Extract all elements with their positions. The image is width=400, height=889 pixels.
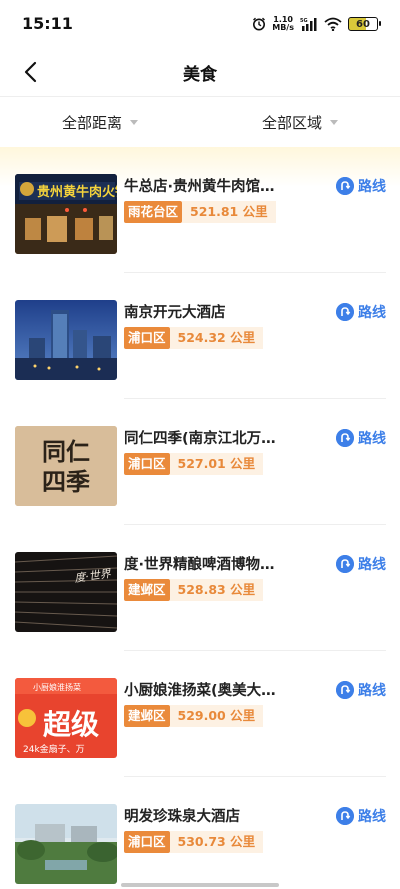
route-button[interactable]: 路线: [336, 806, 386, 826]
filter-bar: 全部距离 全部区域: [0, 97, 400, 147]
district-badge: 建邺区: [124, 579, 170, 601]
status-bar: 15:11 1.10 MB/s 5G 60: [0, 0, 400, 48]
district-badge: 浦口区: [124, 831, 170, 853]
location-tag: 建邺区 528.83 公里: [124, 579, 264, 601]
home-indicator[interactable]: [121, 883, 279, 887]
route-icon: [336, 303, 354, 321]
location-tag: 浦口区 527.01 公里: [124, 453, 264, 475]
route-label: 路线: [358, 683, 386, 699]
filter-distance[interactable]: 全部距离: [0, 97, 200, 147]
dropdown-arrow-icon: [130, 119, 138, 125]
location-tag: 浦口区 530.73 公里: [124, 831, 264, 853]
restaurant-name: 明发珍珠泉大酒店: [124, 809, 240, 825]
location-tag: 浦口区 524.32 公里: [124, 327, 264, 349]
restaurant-name: 同仁四季(南京江北万…: [124, 431, 276, 447]
restaurant-thumbnail: 贵州黄牛肉火锅: [15, 174, 117, 254]
logo-text: 四季: [42, 468, 90, 496]
restaurant-thumbnail: [15, 804, 117, 884]
storefront-image: 贵州黄牛肉火锅: [15, 174, 117, 254]
hotel-image: [15, 300, 117, 380]
alarm-icon: [253, 17, 266, 31]
list-item[interactable]: 贵州黄牛肉火锅 牛总店·贵州黄牛肉馆… 雨花台区 521.81 公里 路线: [0, 147, 400, 273]
route-label: 路线: [358, 809, 386, 825]
promo-image: 小厨娘淮扬菜 超级 24k金扇子、万: [15, 678, 117, 758]
filter-area[interactable]: 全部区域: [200, 97, 400, 147]
route-label: 路线: [358, 179, 386, 195]
filter-area-label: 全部区域: [261, 113, 322, 132]
interior-image: 度·世界: [15, 552, 117, 632]
dropdown-arrow-icon: [330, 119, 338, 125]
list-item[interactable]: 小厨娘淮扬菜 超级 24k金扇子、万 小厨娘淮扬菜(奥美大… 建邺区 529.0…: [0, 651, 400, 777]
route-icon: [336, 681, 354, 699]
restaurant-list: 贵州黄牛肉火锅 牛总店·贵州黄牛肉馆… 雨花台区 521.81 公里 路线: [0, 147, 400, 889]
route-button[interactable]: 路线: [336, 554, 386, 574]
restaurant-thumbnail: [15, 300, 117, 380]
storefront-sign-text: 贵州黄牛肉火锅: [37, 184, 117, 200]
page-title: 美食: [183, 65, 217, 85]
net-speed: 1.10 MB/s: [272, 15, 294, 32]
route-icon: [336, 429, 354, 447]
route-icon: [336, 555, 354, 573]
promo-sub-text: 24k金扇子、万: [23, 743, 85, 755]
distance-label: 521.81 公里: [182, 201, 276, 223]
distance-label: 528.83 公里: [169, 579, 264, 601]
location-tag: 雨花台区 521.81 公里: [124, 201, 276, 223]
route-button[interactable]: 路线: [336, 428, 386, 448]
district-badge: 建邺区: [124, 705, 170, 727]
promo-brand-text: 小厨娘淮扬菜: [33, 682, 81, 692]
list-item[interactable]: 明发珍珠泉大酒店 浦口区 530.73 公里 路线: [0, 777, 400, 889]
distance-label: 530.73 公里: [169, 831, 264, 853]
restaurant-thumbnail: 小厨娘淮扬菜 超级 24k金扇子、万: [15, 678, 117, 758]
logo-text: 同仁: [42, 438, 90, 466]
district-badge: 浦口区: [124, 327, 170, 349]
hotel-image: [15, 804, 117, 884]
battery-icon: 60: [348, 17, 381, 31]
restaurant-thumbnail: 度·世界: [15, 552, 117, 632]
route-icon: [336, 177, 354, 195]
list-item[interactable]: 南京开元大酒店 浦口区 524.32 公里 路线: [0, 273, 400, 399]
route-button[interactable]: 路线: [336, 302, 386, 322]
route-button[interactable]: 路线: [336, 680, 386, 700]
restaurant-name: 小厨娘淮扬菜(奥美大…: [124, 683, 276, 699]
route-label: 路线: [358, 557, 386, 573]
route-label: 路线: [358, 305, 386, 321]
route-label: 路线: [358, 431, 386, 447]
restaurant-name: 度·世界精酿啤酒博物…: [124, 557, 275, 573]
wifi-icon: [324, 17, 342, 31]
filter-distance-label: 全部距离: [61, 113, 122, 132]
logo-image: 同仁 四季: [15, 426, 117, 506]
route-button[interactable]: 路线: [336, 176, 386, 196]
restaurant-name: 南京开元大酒店: [124, 305, 226, 321]
district-badge: 浦口区: [124, 453, 170, 475]
distance-label: 524.32 公里: [169, 327, 264, 349]
distance-label: 529.00 公里: [169, 705, 264, 727]
status-time: 15:11: [22, 14, 73, 33]
status-icons: 1.10 MB/s 5G 60: [252, 14, 381, 34]
svg-text:5G: 5G: [300, 18, 308, 24]
district-badge: 雨花台区: [124, 201, 183, 223]
nav-bar: 美食: [0, 48, 400, 96]
list-item[interactable]: 同仁 四季 同仁四季(南京江北万… 浦口区 527.01 公里 路线: [0, 399, 400, 525]
location-tag: 建邺区 529.00 公里: [124, 705, 264, 727]
list-item[interactable]: 度·世界 度·世界精酿啤酒博物… 建邺区 528.83 公里 路线: [0, 525, 400, 651]
restaurant-thumbnail: 同仁 四季: [15, 426, 117, 506]
signal-icon: 5G: [300, 18, 317, 31]
restaurant-name: 牛总店·贵州黄牛肉馆…: [124, 179, 275, 195]
distance-label: 527.01 公里: [169, 453, 264, 475]
route-icon: [336, 807, 354, 825]
promo-headline-text: 超级: [43, 708, 99, 741]
